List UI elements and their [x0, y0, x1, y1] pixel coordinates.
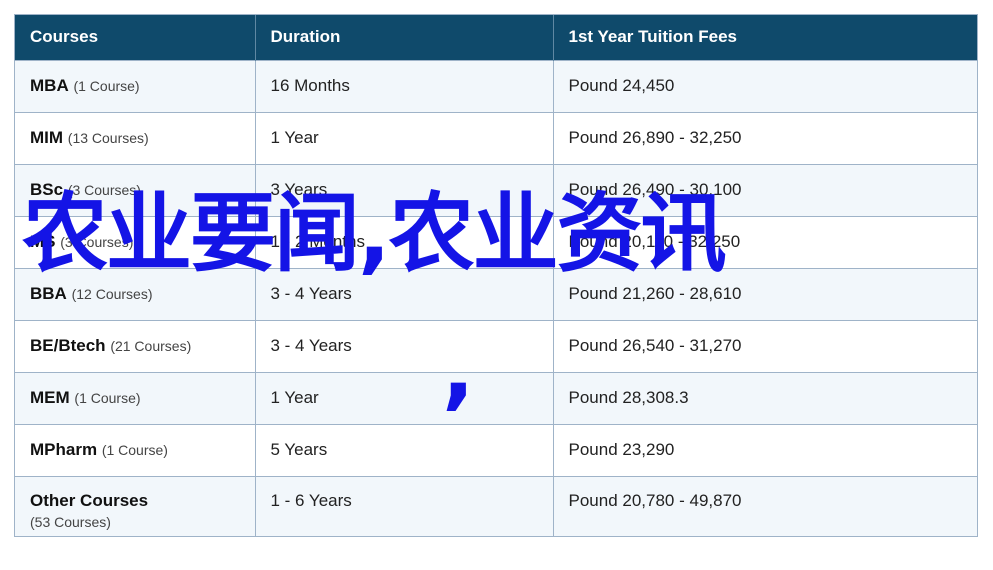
course-name: BE/Btech: [30, 336, 106, 355]
header-duration: Duration: [255, 15, 554, 60]
course-name: BBA: [30, 284, 67, 303]
duration-cell: 3 Years: [255, 163, 554, 216]
course-count: (1 Course): [74, 390, 141, 406]
fees-cell: Pound 20,780 - 49,870: [553, 475, 977, 536]
course-name: MIM: [30, 128, 64, 147]
table-row: MIM (13 Courses) 1 Year Pound 26,890 - 3…: [15, 111, 977, 164]
table-row: MPharm (1 Course) 5 Years Pound 23,290: [15, 423, 977, 476]
fees-cell: Pound 20,110 - 32,250: [553, 215, 977, 268]
course-cell: MS (3 Courses): [15, 215, 256, 268]
duration-cell: 1 - 6 Years: [255, 475, 554, 536]
course-count: (3 Courses): [60, 234, 134, 250]
header-courses: Courses: [15, 15, 256, 60]
duration-cell: 3 - 4 Years: [255, 319, 554, 372]
table-row: BBA (12 Courses) 3 - 4 Years Pound 21,26…: [15, 267, 977, 320]
course-name: Other Courses: [30, 490, 149, 510]
header-fees: 1st Year Tuition Fees: [553, 15, 977, 60]
table-row: Other Courses (53 Courses) 1 - 6 Years Po…: [15, 475, 977, 536]
fees-cell: Pound 26,490 - 30,100: [553, 163, 977, 216]
course-count: (1 Course): [73, 78, 140, 94]
course-name: MPharm: [30, 440, 98, 459]
course-count: (21 Courses): [110, 338, 192, 354]
duration-cell: 1 Year: [255, 371, 554, 424]
course-name: BSc: [30, 180, 64, 199]
course-cell: MPharm (1 Course): [15, 423, 256, 476]
course-cell: MIM (13 Courses): [15, 111, 256, 164]
duration-cell: 1 - 2 Months: [255, 215, 554, 268]
duration-cell: 1 Year: [255, 111, 554, 164]
course-cell: BE/Btech (21 Courses): [15, 319, 256, 372]
fees-cell: Pound 23,290: [553, 423, 977, 476]
tuition-table-container: Courses Duration 1st Year Tuition Fees M…: [14, 14, 978, 537]
table-row: MBA (1 Course) 16 Months Pound 24,450: [15, 59, 977, 112]
course-count: (1 Course): [101, 442, 168, 458]
table-row: MEM (1 Course) 1 Year Pound 28,308.3: [15, 371, 977, 424]
course-count: (12 Courses): [71, 286, 153, 302]
fees-cell: Pound 28,308.3: [553, 371, 977, 424]
table-row: MS (3 Courses) 1 - 2 Months Pound 20,110…: [15, 215, 977, 268]
table-header: Courses Duration 1st Year Tuition Fees: [15, 15, 977, 60]
course-count: (53 Courses): [30, 513, 111, 530]
duration-cell: 5 Years: [255, 423, 554, 476]
fees-cell: Pound 26,540 - 31,270: [553, 319, 977, 372]
course-cell: BBA (12 Courses): [15, 267, 256, 320]
header-row: Courses Duration 1st Year Tuition Fees: [15, 15, 977, 60]
course-cell: MEM (1 Course): [15, 371, 256, 424]
table-row: BSc (3 Courses) 3 Years Pound 26,490 - 3…: [15, 163, 977, 216]
fees-cell: Pound 21,260 - 28,610: [553, 267, 977, 320]
course-name: MEM: [30, 388, 70, 407]
course-count: (3 Courses): [67, 182, 141, 198]
course-name: MS: [30, 232, 56, 251]
course-cell: MBA (1 Course): [15, 59, 256, 112]
table-row: BE/Btech (21 Courses) 3 - 4 Years Pound …: [15, 319, 977, 372]
duration-cell: 3 - 4 Years: [255, 267, 554, 320]
duration-cell: 16 Months: [255, 59, 554, 112]
course-cell: Other Courses (53 Courses): [15, 475, 256, 536]
course-cell: BSc (3 Courses): [15, 163, 256, 216]
fees-cell: Pound 26,890 - 32,250: [553, 111, 977, 164]
table-body: MBA (1 Course) 16 Months Pound 24,450 MI…: [15, 59, 977, 536]
fees-cell: Pound 24,450: [553, 59, 977, 112]
course-count: (13 Courses): [67, 130, 149, 146]
tuition-table: Courses Duration 1st Year Tuition Fees M…: [15, 15, 977, 536]
course-name: MBA: [30, 76, 69, 95]
